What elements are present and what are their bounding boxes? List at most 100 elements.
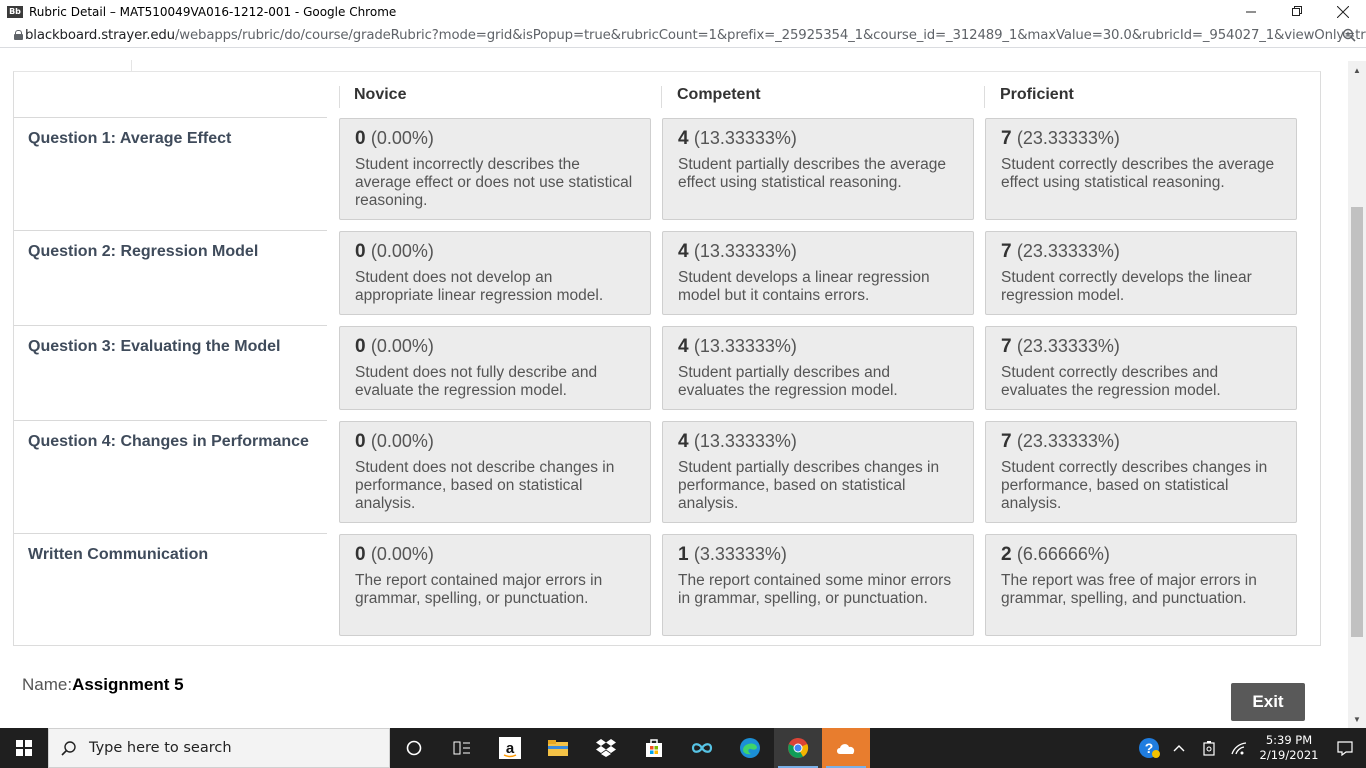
edge-icon [740, 738, 760, 758]
start-button[interactable] [0, 728, 48, 768]
url-text[interactable]: blackboard.strayer.edu/webapps/rubric/do… [25, 28, 1366, 43]
percent-value: (3.33333%) [693, 544, 787, 564]
cell-score: 4 (13.33333%) [678, 127, 958, 150]
points-value: 4 [678, 431, 689, 452]
onedrive-button[interactable] [822, 728, 870, 768]
rubric-cell-proficient[interactable]: 7 (23.33333%) Student correctly describes… [985, 118, 1297, 220]
rubric-cell-proficient[interactable]: 7 (23.33333%) Student correctly describes… [985, 326, 1297, 410]
scroll-thumb[interactable] [1351, 207, 1363, 637]
scroll-down-icon[interactable]: ▼ [1348, 712, 1366, 728]
search-icon [61, 741, 76, 756]
exit-button[interactable]: Exit [1231, 683, 1305, 721]
network-tray-button[interactable] [1194, 728, 1224, 768]
task-view-button[interactable] [438, 728, 486, 768]
rubric-cell-novice[interactable]: 0 (0.00%) Student does not develop an app… [339, 231, 651, 315]
cell-description: Student correctly describes and evaluate… [1001, 364, 1221, 399]
points-value: 0 [355, 431, 366, 452]
points-value: 2 [1001, 544, 1012, 565]
percent-value: (0.00%) [370, 241, 434, 261]
points-value: 4 [678, 336, 689, 357]
file-explorer-button[interactable] [534, 728, 582, 768]
rubric-cell-proficient[interactable]: 7 (23.33333%) Student correctly describes… [985, 421, 1297, 523]
help-tray-button[interactable]: ? [1134, 728, 1164, 768]
cell-description: The report was free of major errors in g… [1001, 572, 1257, 607]
cell-score: 2 (6.66666%) [1001, 543, 1281, 566]
rubric-cell-proficient[interactable]: 7 (23.33333%) Student correctly develops … [985, 231, 1297, 315]
chevron-up-icon [1173, 745, 1185, 752]
wifi-tray-button[interactable] [1224, 728, 1254, 768]
chrome-button[interactable] [774, 728, 822, 768]
rubric-cell-novice[interactable]: 0 (0.00%) Student incorrectly describes t… [339, 118, 651, 220]
cell-score: 0 (0.00%) [355, 127, 635, 150]
cell-description: Student correctly describes changes in p… [1001, 459, 1268, 512]
cortana-button[interactable] [390, 728, 438, 768]
rubric-cell-competent[interactable]: 4 (13.33333%) Student develops a linear r… [662, 231, 974, 315]
cell-score: 0 (0.00%) [355, 543, 635, 566]
task-view-icon [453, 741, 470, 755]
points-value: 7 [1001, 336, 1012, 357]
criterion-label: Written Communication [14, 533, 327, 576]
column-separator [661, 86, 662, 108]
criterion-label: Question 4: Changes in Performance [14, 420, 327, 463]
show-hidden-icons-button[interactable] [1164, 728, 1194, 768]
clock-time: 5:39 PM [1265, 733, 1313, 747]
dropbox-icon [596, 739, 616, 757]
cell-description: The report contained major errors in gra… [355, 572, 603, 607]
svg-text:a: a [506, 740, 515, 757]
cell-score: 0 (0.00%) [355, 240, 635, 263]
percent-value: (0.00%) [370, 128, 434, 148]
dropbox-button[interactable] [582, 728, 630, 768]
rubric-cell-competent[interactable]: 1 (3.33333%) The report contained some mi… [662, 534, 974, 636]
cell-score: 0 (0.00%) [355, 430, 635, 453]
cell-description: Student incorrectly describes the averag… [355, 156, 633, 209]
cell-description: Student correctly describes the average … [1001, 156, 1275, 191]
rubric-cell-novice[interactable]: 0 (0.00%) The report contained major erro… [339, 534, 651, 636]
rubric-cell-novice[interactable]: 0 (0.00%) Student does not describe chang… [339, 421, 651, 523]
rubric-cell-competent[interactable]: 4 (13.33333%) Student partially describes… [662, 118, 974, 220]
column-separator [984, 86, 985, 108]
rubric-cell-novice[interactable]: 0 (0.00%) Student does not fully describe… [339, 326, 651, 410]
rubric-cell-competent[interactable]: 4 (13.33333%) Student partially describes… [662, 421, 974, 523]
rubric-cell-competent[interactable]: 4 (13.33333%) Student partially describes… [662, 326, 974, 410]
points-value: 1 [678, 544, 689, 565]
column-header-proficient: Proficient [1000, 86, 1074, 103]
percent-value: (23.33333%) [1016, 431, 1120, 451]
action-center-button[interactable] [1324, 728, 1366, 768]
minimize-button[interactable] [1228, 0, 1274, 23]
address-bar[interactable]: blackboard.strayer.edu/webapps/rubric/do… [0, 23, 1366, 48]
blackboard-logo-icon: Bb [7, 5, 23, 18]
rubric-content: Novice Competent Proficient Question 1: … [0, 49, 1348, 728]
cell-description: Student correctly develops the linear re… [1001, 269, 1252, 304]
system-tray: ? 5:39 PM 2/19/2021 [1134, 728, 1366, 768]
percent-value: (23.33333%) [1016, 241, 1120, 261]
cell-score: 0 (0.00%) [355, 335, 635, 358]
points-value: 0 [355, 544, 366, 565]
points-value: 0 [355, 336, 366, 357]
help-icon: ? [1139, 738, 1160, 758]
cell-description: Student does not describe changes in per… [355, 459, 615, 512]
points-value: 4 [678, 241, 689, 262]
zoom-icon[interactable] [1342, 28, 1356, 42]
vertical-scrollbar[interactable]: ▲ ▼ [1348, 61, 1366, 728]
taskbar-search-input[interactable]: Type here to search [48, 728, 390, 768]
rubric-cell-proficient[interactable]: 2 (6.66666%) The report was free of major… [985, 534, 1297, 636]
percent-value: (0.00%) [370, 544, 434, 564]
scroll-up-icon[interactable]: ▲ [1348, 63, 1366, 79]
windows-taskbar: Type here to search a ? 5:39 PM 2/19/202… [0, 728, 1366, 768]
window-title: Rubric Detail – MAT510049VA016-1212-001 … [29, 4, 397, 19]
cell-description: Student partially describes changes in p… [678, 459, 940, 512]
infinity-app-button[interactable] [678, 728, 726, 768]
edge-button[interactable] [726, 728, 774, 768]
points-value: 7 [1001, 241, 1012, 262]
cell-description: Student partially describes and evaluate… [678, 364, 898, 399]
infinity-icon [691, 743, 713, 753]
taskbar-clock[interactable]: 5:39 PM 2/19/2021 [1254, 733, 1324, 763]
store-button[interactable] [630, 728, 678, 768]
percent-value: (0.00%) [370, 431, 434, 451]
restore-button[interactable] [1274, 0, 1320, 23]
rubric-grid: Novice Competent Proficient Question 1: … [13, 71, 1321, 646]
svg-text:?: ? [1145, 740, 1154, 756]
amazon-app-button[interactable]: a [486, 728, 534, 768]
close-button[interactable] [1320, 0, 1366, 23]
rubric-name: Name:Assignment 5 [22, 675, 184, 695]
